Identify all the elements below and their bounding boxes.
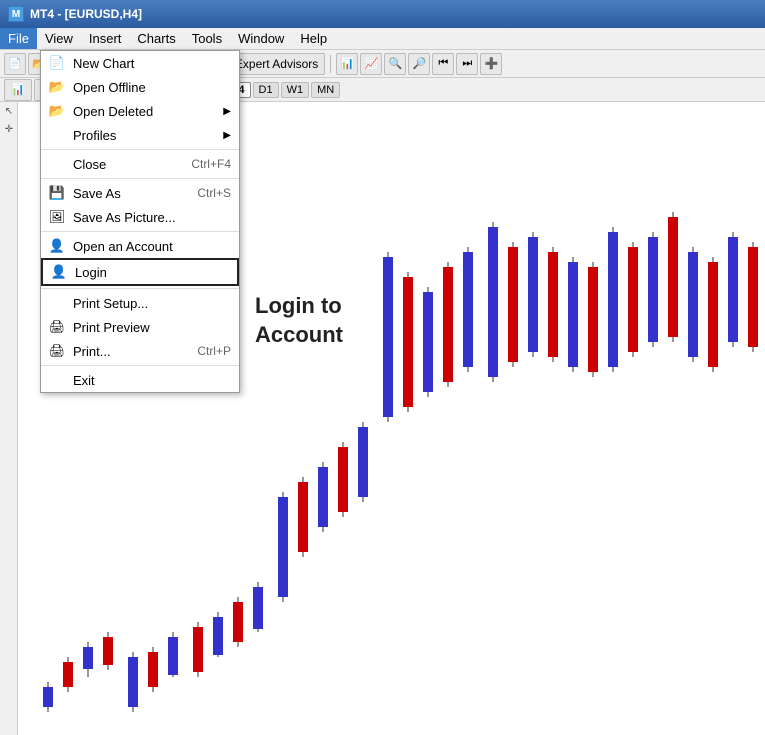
open-deleted-label: Open Deleted (73, 104, 153, 119)
menu-file[interactable]: File (0, 28, 37, 49)
sidebar-crosshair[interactable]: ✛ (0, 120, 18, 138)
toolbar-zoom-out[interactable]: 🔎 (408, 53, 430, 75)
sep1 (41, 149, 239, 150)
menu-insert[interactable]: Insert (81, 28, 130, 49)
new-chart-label: New Chart (73, 56, 134, 71)
menu-item-open-account[interactable]: 👤 Open an Account (41, 234, 239, 258)
save-picture-icon: 🖼 (49, 209, 65, 225)
menu-window[interactable]: Window (230, 28, 292, 49)
open-account-icon: 👤 (49, 238, 65, 254)
open-account-label: Open an Account (73, 239, 173, 254)
profiles-icon (49, 127, 65, 143)
separator3 (330, 55, 331, 73)
title-bar: M MT4 - [EURUSD,H4] (0, 0, 765, 28)
sep2 (41, 178, 239, 179)
print-icon: 🖨 (49, 343, 65, 359)
login-label: Login (75, 265, 107, 280)
open-deleted-arrow: ▶ (223, 106, 231, 117)
ea-label: Expert Advisors (235, 57, 318, 71)
menu-item-save-as-picture[interactable]: 🖼 Save As Picture... (41, 205, 239, 229)
left-sidebar: ↖ ✛ (0, 102, 18, 735)
toolbar-chart2[interactable]: 📈 (360, 53, 382, 75)
open-offline-icon: 📂 (49, 79, 65, 95)
sep5 (41, 365, 239, 366)
print-setup-label: Print Setup... (73, 296, 148, 311)
login-icon: 👤 (51, 264, 67, 280)
menu-item-print-setup[interactable]: Print Setup... (41, 291, 239, 315)
menu-view[interactable]: View (37, 28, 81, 49)
sidebar-cursor[interactable]: ↖ (0, 102, 18, 120)
menu-item-close[interactable]: Close Ctrl+F4 (41, 152, 239, 176)
toolbar-nav1[interactable]: ⏮ (432, 53, 454, 75)
sep4 (41, 288, 239, 289)
menu-item-print[interactable]: 🖨 Print... Ctrl+P (41, 339, 239, 363)
file-dropdown-menu: 📄 New Chart 📂 Open Offline 📂 Open Delete… (40, 50, 240, 393)
toolbar-chart1[interactable]: 📊 (336, 53, 358, 75)
menu-item-save-as[interactable]: 💾 Save As Ctrl+S (41, 181, 239, 205)
menu-charts[interactable]: Charts (129, 28, 183, 49)
exit-icon (49, 372, 65, 388)
tf-mn[interactable]: MN (311, 82, 340, 98)
toolbar-zoom-in[interactable]: 🔍 (384, 53, 406, 75)
print-setup-icon (49, 295, 65, 311)
menu-item-login[interactable]: 👤 Login (41, 258, 239, 286)
print-preview-icon: 🖨 (49, 319, 65, 335)
profiles-arrow: ▶ (223, 130, 231, 141)
menu-item-open-offline[interactable]: 📂 Open Offline (41, 75, 239, 99)
close-label: Close (73, 157, 106, 172)
exit-label: Exit (73, 373, 95, 388)
save-as-icon: 💾 (49, 185, 65, 201)
chart-type-btn[interactable]: 📊 (4, 79, 32, 101)
menu-help[interactable]: Help (292, 28, 335, 49)
menu-item-print-preview[interactable]: 🖨 Print Preview (41, 315, 239, 339)
menu-item-profiles[interactable]: Profiles ▶ (41, 123, 239, 147)
menu-item-open-deleted[interactable]: 📂 Open Deleted ▶ (41, 99, 239, 123)
profiles-label: Profiles (73, 128, 116, 143)
app-icon: M (8, 6, 24, 22)
print-label: Print... (73, 344, 111, 359)
tf-w1[interactable]: W1 (281, 82, 310, 98)
toolbar-nav2[interactable]: ⏭ (456, 53, 478, 75)
print-shortcut: Ctrl+P (197, 344, 231, 358)
print-preview-label: Print Preview (73, 320, 150, 335)
menu-item-new-chart[interactable]: 📄 New Chart (41, 51, 239, 75)
toolbar-add[interactable]: ➕ (480, 53, 502, 75)
save-as-shortcut: Ctrl+S (197, 186, 231, 200)
menu-item-exit[interactable]: Exit (41, 368, 239, 392)
open-offline-label: Open Offline (73, 80, 146, 95)
sep3 (41, 231, 239, 232)
tf-d1[interactable]: D1 (253, 82, 279, 98)
window-title: MT4 - [EURUSD,H4] (30, 7, 142, 21)
toolbar-new-chart[interactable]: 📄 (4, 53, 26, 75)
save-as-label: Save As (73, 186, 121, 201)
close-icon (49, 156, 65, 172)
menu-bar: File View Insert Charts Tools Window Hel… (0, 28, 765, 50)
menu-tools[interactable]: Tools (184, 28, 230, 49)
close-shortcut: Ctrl+F4 (191, 157, 231, 171)
save-as-picture-label: Save As Picture... (73, 210, 176, 225)
open-deleted-icon: 📂 (49, 103, 65, 119)
new-chart-icon: 📄 (49, 55, 65, 71)
